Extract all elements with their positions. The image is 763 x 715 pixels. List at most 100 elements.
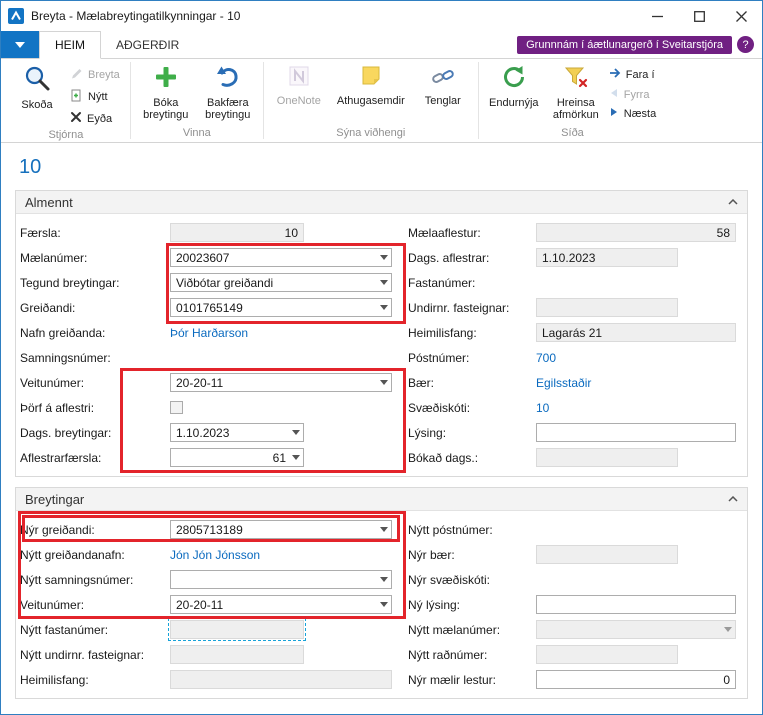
dropdown-icon[interactable] <box>289 449 302 466</box>
nafn-greidanda-label: Nafn greiðanda: <box>20 326 170 340</box>
bokad-dags-field <box>536 448 678 467</box>
faersla-field: 10 <box>170 223 304 242</box>
field-value: 20-20-11 <box>176 376 223 390</box>
field-row: Veitunúmer: 20-20-11 <box>20 592 408 617</box>
sida-nav-stack: Fara í Fyrra Næsta <box>607 62 662 122</box>
boka-breytingu-button[interactable]: Bóka breytingu <box>135 62 197 124</box>
field-row: Heimilisfang: Lagarás 21 <box>408 320 747 345</box>
help-button[interactable]: ? <box>737 36 754 53</box>
nytt-greidandanafn-link[interactable]: Jón Jón Jónsson <box>170 548 260 562</box>
nytt-fastanumer-label: Nýtt fastanúmer: <box>20 623 170 637</box>
lysing-input[interactable] <box>536 423 736 442</box>
onenote-button: OneNote <box>268 62 330 109</box>
svaediskoti-link[interactable]: 10 <box>536 401 549 415</box>
dropdown-icon[interactable] <box>377 374 390 391</box>
section-header-almennt[interactable]: Almennt <box>16 191 747 214</box>
baer-link[interactable]: Egilsstaðir <box>536 376 591 390</box>
thorf-a-aflestri-checkbox[interactable] <box>170 401 183 414</box>
tab-adgerdir[interactable]: AÐGERÐIR <box>101 31 194 58</box>
section-title: Breytingar <box>25 492 84 507</box>
skoda-button[interactable]: Skoða <box>6 62 68 113</box>
tegund-breytingar-combobox[interactable]: Viðbótar greiðandi <box>170 273 392 292</box>
bakfaera-breytingu-button[interactable]: Bakfæra breytingu <box>197 62 259 124</box>
endurnyja-button[interactable]: Endurnýja <box>483 62 545 111</box>
hreinsa-label: Hreinsa afmörkun <box>546 97 606 122</box>
nytt-samningsnumer-label: Nýtt samningsnúmer: <box>20 573 170 587</box>
chevron-up-icon <box>728 199 738 205</box>
dropdown-icon[interactable] <box>377 571 390 588</box>
nyr-baer-label: Nýr bær: <box>408 548 536 562</box>
field-row: Nýr greiðandi: 2805713189 <box>20 517 408 542</box>
tenglar-button[interactable]: Tenglar <box>412 62 474 109</box>
field-row: Tegund breytingar: Viðbótar greiðandi <box>20 270 408 295</box>
dropdown-icon[interactable] <box>377 299 390 316</box>
minimize-button[interactable] <box>636 1 678 31</box>
veitunumer2-combobox[interactable]: 20-20-11 <box>170 595 392 614</box>
aflestrarfaersla-lookup[interactable]: 61 <box>170 448 304 467</box>
close-button[interactable] <box>720 1 762 31</box>
delete-x-icon <box>70 111 82 126</box>
field-row: Fastanúmer: <box>408 270 747 295</box>
field-row: Nýtt mælanúmer: <box>408 617 747 642</box>
ny-lysing-input[interactable] <box>536 595 736 614</box>
ribbon-separator <box>478 62 479 139</box>
field-row: Mælanúmer: 20023607 <box>20 245 408 270</box>
nytt-fastanumer-field <box>170 620 304 639</box>
heimilisfang-label: Heimilisfang: <box>408 326 536 340</box>
nyr-maelir-lestur-input[interactable]: 0 <box>536 670 736 689</box>
athugasemdir-button[interactable]: Athugasemdir <box>330 62 412 109</box>
nytt-samningsnumer-combobox[interactable] <box>170 570 392 589</box>
tegund-breytingar-label: Tegund breytingar: <box>20 276 170 290</box>
fyrra-button: Fyrra <box>607 86 662 103</box>
nafn-greidanda-link[interactable]: Þór Harðarson <box>170 326 248 340</box>
dags-breytingar-datepicker[interactable]: 1.10.2023 <box>170 423 304 442</box>
postnumer-link[interactable]: 700 <box>536 351 556 365</box>
window-controls <box>636 1 762 31</box>
nyr-greidandi-combobox[interactable]: 2805713189 <box>170 520 392 539</box>
field-row: Póstnúmer: 700 <box>408 345 747 370</box>
dropdown-icon[interactable] <box>377 274 390 291</box>
app-icon <box>8 8 24 24</box>
dropdown-icon[interactable] <box>377 521 390 538</box>
application-window: Breyta - Mælabreytingatilkynningar - 10 … <box>0 0 763 715</box>
field-row: Þörf á aflestri: <box>20 395 408 420</box>
section-almennt: Almennt Færsla: 10 Mælanúmer: 20023607 <box>15 190 748 477</box>
maelanumer-combobox[interactable]: 20023607 <box>170 248 392 267</box>
app-menu-button[interactable] <box>1 31 39 58</box>
field-value: 20-20-11 <box>176 598 223 612</box>
naesta-button[interactable]: Næsta <box>607 105 662 122</box>
dropdown-icon <box>721 621 734 638</box>
group-label-stjorna: Stjórna <box>3 128 129 144</box>
field-value: 1.10.2023 <box>542 251 595 265</box>
field-value: 0101765149 <box>176 301 243 315</box>
field-row: Nýr svæðiskóti: <box>408 567 747 592</box>
onenote-icon <box>287 64 311 92</box>
dags-aflestrar-label: Dags. aflestrar: <box>408 251 536 265</box>
veitunumer2-label: Veitunúmer: <box>20 598 170 612</box>
field-value: Lagarás 21 <box>542 326 602 340</box>
greidandi-combobox[interactable]: 0101765149 <box>170 298 392 317</box>
maximize-button[interactable] <box>678 1 720 31</box>
window-title: Breyta - Mælabreytingatilkynningar - 10 <box>31 9 240 23</box>
tab-heim[interactable]: HEIM <box>39 31 101 59</box>
dropdown-icon[interactable] <box>289 424 302 441</box>
dropdown-icon[interactable] <box>377 596 390 613</box>
field-row: Undirnr. fasteignar: <box>408 295 747 320</box>
titlebar: Breyta - Mælabreytingatilkynningar - 10 <box>1 1 762 31</box>
dropdown-icon[interactable] <box>377 249 390 266</box>
ny-lysing-label: Ný lýsing: <box>408 598 536 612</box>
heimilisfang-field: Lagarás 21 <box>536 323 736 342</box>
field-row: Bókað dags.: <box>408 445 747 470</box>
fara-i-button[interactable]: Fara í <box>607 65 662 84</box>
dags-aflestrar-field: 1.10.2023 <box>536 248 678 267</box>
pencil-icon <box>70 67 83 83</box>
field-row: Nýtt samningsnúmer: <box>20 567 408 592</box>
nytt-button[interactable]: Nýtt <box>68 87 126 107</box>
endurnyja-label: Endurnýja <box>489 97 539 110</box>
section-body-almennt: Færsla: 10 Mælanúmer: 20023607 Tegund br… <box>16 214 747 476</box>
veitunumer-combobox[interactable]: 20-20-11 <box>170 373 392 392</box>
hreinsa-afmorkun-button[interactable]: Hreinsa afmörkun <box>545 62 607 124</box>
section-header-breytingar[interactable]: Breytingar <box>16 488 747 511</box>
link-chain-icon <box>431 64 455 92</box>
eyda-button[interactable]: Eyða <box>68 109 126 128</box>
